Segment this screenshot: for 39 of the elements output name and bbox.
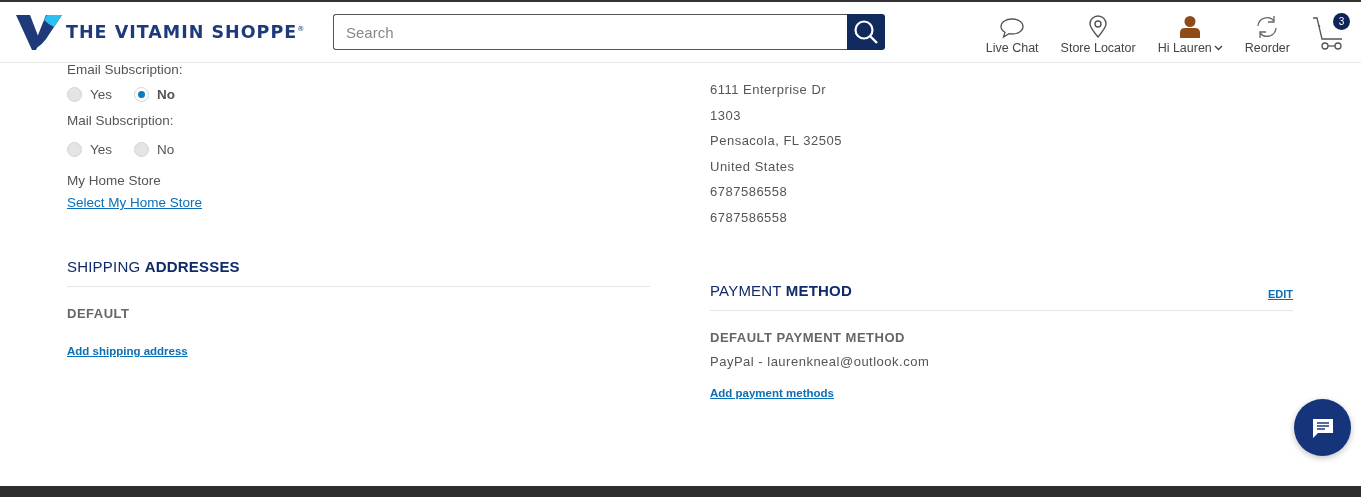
address-line: United States (710, 157, 796, 176)
nav-item[interactable]: 3 (1301, 9, 1357, 55)
section-heading: SHIPPING ADDRESSES (67, 258, 240, 275)
radio-option[interactable]: No (134, 86, 176, 102)
nav-item[interactable]: Reorder (1233, 9, 1301, 55)
nav-item[interactable]: Live Chat (974, 9, 1050, 55)
payment-method: PayPal - laurenkneal@outlook.com (710, 353, 931, 371)
edit-link[interactable]: EDIT (1267, 288, 1293, 300)
search-field[interactable]: Search (333, 14, 847, 50)
preference-label: Mail Subscription: (67, 112, 175, 130)
logo-icon[interactable] (16, 13, 62, 51)
message-icon (1310, 416, 1335, 439)
caret-icon (1213, 45, 1223, 51)
radio-option[interactable]: Yes (67, 141, 113, 157)
address-line: 1303 (710, 106, 742, 125)
add-payment-link[interactable]: Add payment methods (710, 386, 834, 399)
search-icon (853, 19, 879, 45)
search-button[interactable] (847, 14, 885, 50)
radio-option[interactable]: No (134, 141, 175, 157)
person-icon (1179, 15, 1202, 39)
address-line: 6111 Enterprise Dr (710, 81, 828, 99)
chat-button[interactable] (1294, 399, 1351, 456)
section-heading: PAYMENT METHOD (710, 282, 852, 299)
home-store-label: My Home Store (67, 172, 162, 190)
default-payment-label: DEFAULT PAYMENT METHOD (710, 330, 906, 345)
default-label: DEFAULT (67, 306, 131, 321)
address-line: Pensacola, FL 32505 (710, 132, 843, 150)
map-pin-icon (1088, 15, 1109, 39)
cart-count-badge: 3 (1333, 13, 1350, 30)
radio-option[interactable]: Yes (67, 86, 113, 102)
nav-item[interactable]: Hi Lauren (1146, 9, 1234, 55)
address-line: 6787586558 (710, 183, 789, 201)
nav-item[interactable]: Store Locator (1049, 9, 1147, 55)
preference-label: Email Subscription: (67, 62, 184, 78)
logo-text[interactable]: THE VITAMIN SHOPPE$^{®}$ (66, 22, 306, 42)
add-shipping-link[interactable]: Add shipping address (67, 345, 188, 357)
address-line: 6787586558 (710, 208, 789, 227)
select-home-store-link[interactable]: Select My Home Store (67, 195, 203, 210)
chat-bubble-icon (999, 17, 1026, 39)
